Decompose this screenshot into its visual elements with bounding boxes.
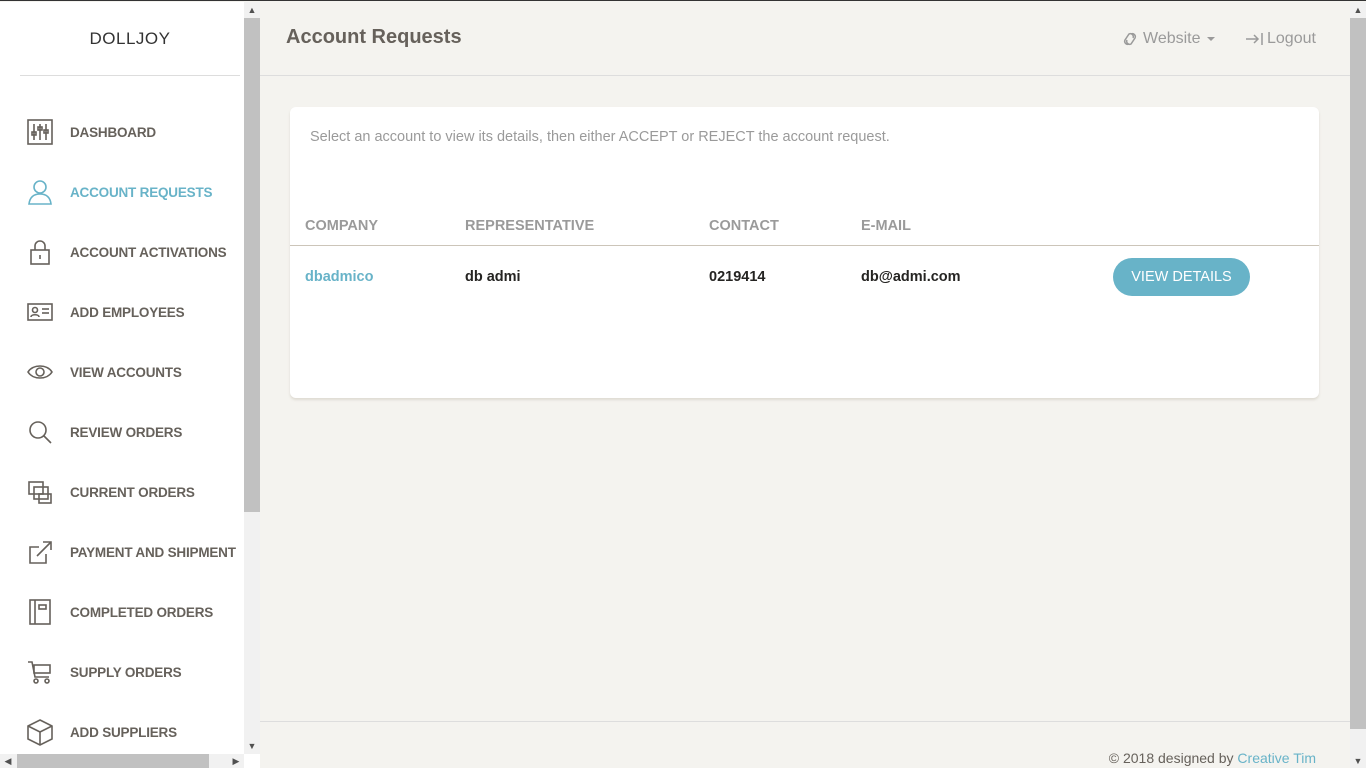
column-header-contact: CONTACT (709, 207, 861, 246)
sidebar-horizontal-scrollbar[interactable]: ◀ ▶ (0, 754, 244, 768)
scrollbar-thumb[interactable] (1350, 18, 1366, 729)
email-cell: db@admi.com (861, 269, 961, 286)
sidebar-nav: DASHBOARD ACCOUNT REQUESTS ACCOUNT ACTIV… (0, 102, 244, 754)
scroll-down-arrow-icon[interactable]: ▼ (244, 738, 260, 754)
scroll-up-arrow-icon[interactable]: ▲ (1350, 2, 1366, 18)
link-icon (1123, 32, 1137, 46)
sidebar-item-label: ACCOUNT REQUESTS (70, 184, 213, 200)
sidebar-item-label: ADD EMPLOYEES (70, 304, 185, 320)
page-vertical-scrollbar[interactable]: ▲ ▼ (1350, 2, 1366, 768)
sidebar: DOLLJOY DASHBOARD ACCOUNT REQUESTS ACCOU… (0, 2, 260, 768)
sidebar-item-label: ACCOUNT ACTIVATIONS (70, 244, 227, 260)
sidebar-item-view-accounts[interactable]: VIEW ACCOUNTS (0, 342, 244, 402)
sidebar-item-label: DASHBOARD (70, 124, 156, 140)
website-label: Website (1143, 30, 1201, 47)
search-icon (26, 418, 54, 446)
sidebar-content: DOLLJOY DASHBOARD ACCOUNT REQUESTS ACCOU… (0, 2, 244, 754)
sidebar-item-add-employees[interactable]: ADD EMPLOYEES (0, 282, 244, 342)
eye-icon (26, 358, 54, 386)
sliders-icon (26, 118, 54, 146)
representative-cell: db admi (465, 269, 521, 286)
column-header-representative: REPRESENTATIVE (465, 207, 709, 246)
sidebar-item-completed-orders[interactable]: COMPLETED ORDERS (0, 582, 244, 642)
scrollbar-thumb[interactable] (244, 18, 260, 512)
cart-icon (26, 658, 54, 686)
user-icon (26, 178, 54, 206)
sidebar-item-label: COMPLETED ORDERS (70, 604, 214, 620)
website-dropdown[interactable]: Website (1122, 30, 1215, 48)
sidebar-item-label: REVIEW ORDERS (70, 424, 183, 440)
account-requests-card: Select an account to view its details, t… (290, 107, 1319, 398)
column-header-company: COMPANY (290, 207, 465, 246)
notebook-icon (26, 598, 54, 626)
scroll-left-arrow-icon[interactable]: ◀ (0, 754, 16, 768)
scroll-right-arrow-icon[interactable]: ▶ (228, 754, 244, 768)
scroll-down-arrow-icon[interactable]: ▼ (1350, 753, 1366, 768)
main-panel: Account Requests Website Logout Select a… (260, 2, 1350, 768)
sidebar-item-supply-orders[interactable]: SUPPLY ORDERS (0, 642, 244, 702)
sidebar-item-label: PAYMENT AND SHIPMENT (70, 544, 236, 560)
top-navbar: Account Requests Website Logout (260, 2, 1350, 76)
sidebar-item-payment-and-shipment[interactable]: PAYMENT AND SHIPMENT (0, 522, 244, 582)
sidebar-item-label: CURRENT ORDERS (70, 484, 195, 500)
sidebar-item-current-orders[interactable]: CURRENT ORDERS (0, 462, 244, 522)
card-description: Select an account to view its details, t… (310, 129, 890, 145)
table-header-row: COMPANY REPRESENTATIVE CONTACT E-MAIL (290, 207, 1319, 246)
box-icon (26, 718, 54, 746)
table-row: dbadmico db admi 0219414 db@admi.com VIE… (290, 245, 1319, 309)
id-card-icon (26, 298, 54, 326)
requests-table: COMPANY REPRESENTATIVE CONTACT E-MAIL db… (290, 207, 1319, 309)
lock-icon (26, 238, 54, 266)
logout-label: Logout (1267, 30, 1316, 47)
sidebar-item-review-orders[interactable]: REVIEW ORDERS (0, 402, 244, 462)
footer: © 2018 designed by Creative Tim (260, 721, 1350, 768)
sidebar-item-add-suppliers[interactable]: ADD SUPPLIERS (0, 702, 244, 754)
sidebar-item-account-requests[interactable]: ACCOUNT REQUESTS (0, 162, 244, 222)
page-title: Account Requests (286, 26, 462, 48)
scrollbar-thumb[interactable] (17, 754, 209, 768)
column-header-actions (1113, 207, 1319, 246)
footer-copyright: © 2018 designed by Creative Tim (1109, 750, 1316, 766)
stacked-windows-icon (26, 478, 54, 506)
logout-link[interactable]: Logout (1245, 30, 1316, 48)
sidebar-item-label: SUPPLY ORDERS (70, 664, 182, 680)
brand-logo[interactable]: DOLLJOY (20, 2, 240, 76)
caret-down-icon (1206, 37, 1215, 41)
logout-icon (1246, 33, 1263, 45)
footer-prefix: © 2018 designed by (1108, 750, 1238, 766)
sidebar-item-dashboard[interactable]: DASHBOARD (0, 102, 244, 162)
sidebar-vertical-scrollbar[interactable]: ▲ ▼ (244, 2, 260, 754)
company-link[interactable]: dbadmico (305, 269, 373, 285)
creative-tim-link[interactable]: Creative Tim (1237, 750, 1316, 766)
sidebar-item-label: VIEW ACCOUNTS (70, 364, 182, 380)
external-link-icon (26, 538, 54, 566)
sidebar-item-account-activations[interactable]: ACCOUNT ACTIVATIONS (0, 222, 244, 282)
contact-cell: 0219414 (709, 269, 766, 286)
sidebar-item-label: ADD SUPPLIERS (70, 724, 177, 740)
scroll-up-arrow-icon[interactable]: ▲ (244, 2, 260, 18)
column-header-email: E-MAIL (861, 207, 1113, 246)
view-details-button[interactable]: VIEW DETAILS (1113, 258, 1250, 297)
